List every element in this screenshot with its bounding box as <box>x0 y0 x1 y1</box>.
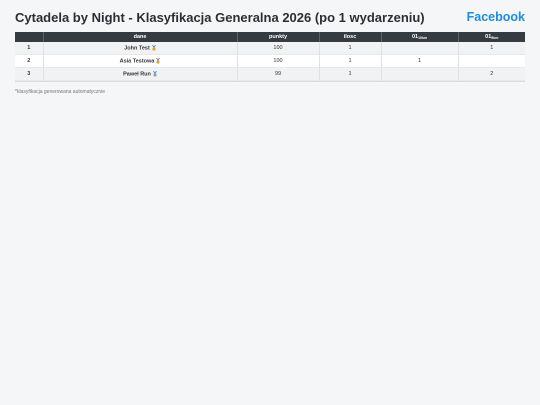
row-place: 1 <box>15 42 44 55</box>
column-header-name[interactable]: dane <box>43 32 238 42</box>
column-header-count[interactable]: ilosc <box>319 32 382 42</box>
ranking-table: dane punkty ilosc 0110km 015km 1 John Te… <box>15 32 525 81</box>
row-place: 3 <box>15 67 44 81</box>
facebook-link[interactable]: Facebook <box>467 10 525 24</box>
table-header-row: dane punkty ilosc 0110km 015km <box>15 32 525 42</box>
row-count: 1 <box>319 67 382 81</box>
row-event1 <box>381 67 459 81</box>
ranking-table-container: dane punkty ilosc 0110km 015km 1 John Te… <box>15 32 525 82</box>
gold-medal-icon <box>151 44 156 51</box>
row-event2: 2 <box>490 71 494 77</box>
footnote: *klasyfikacja generowana automatycznie <box>15 89 106 95</box>
row-count: 1 <box>319 42 382 55</box>
column-header-points[interactable]: punkty <box>237 32 320 42</box>
table-row: 2 Asia Testowa 100 1 1 <box>15 54 525 68</box>
event1-distance: 10km <box>418 36 428 40</box>
row-name: Asia Testowa <box>119 58 155 65</box>
column-header-event2[interactable]: 015km <box>458 32 525 42</box>
row-points: 100 <box>237 54 320 68</box>
row-event2: 1 <box>490 45 494 51</box>
row-count: 1 <box>319 54 382 68</box>
event2-distance: 5km <box>491 36 499 40</box>
row-name: John Test <box>124 45 150 52</box>
row-event2 <box>458 55 525 68</box>
table-row: 3 Paweł Run 99 1 2 <box>15 67 525 81</box>
table-row: 1 John Test 100 1 1 <box>15 42 525 55</box>
row-points: 100 <box>237 42 320 55</box>
row-name-cell: Paweł Run <box>43 67 238 81</box>
row-name-cell: John Test <box>43 42 238 55</box>
page-title: Cytadela by Night - Klasyfikacja General… <box>15 9 425 25</box>
row-name: Paweł Run <box>123 71 151 78</box>
column-header-event1[interactable]: 0110km <box>381 32 459 42</box>
row-event1: 1 <box>381 54 459 68</box>
row-event1 <box>381 42 459 55</box>
column-header-place <box>15 32 44 42</box>
row-points: 99 <box>237 67 320 81</box>
row-name-cell: Asia Testowa <box>43 54 238 68</box>
page-header: Cytadela by Night - Klasyfikacja General… <box>15 7 525 27</box>
row-place: 2 <box>15 54 44 68</box>
silver-medal-icon <box>153 70 157 77</box>
gold-medal-icon <box>156 57 161 64</box>
